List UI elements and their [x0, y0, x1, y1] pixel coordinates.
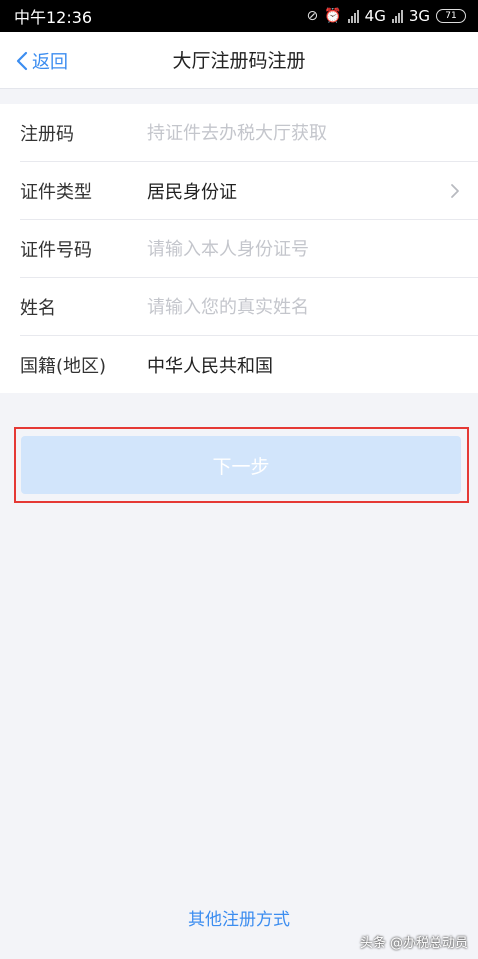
id-type-label: 证件类型: [20, 182, 92, 203]
nav-bar: 返回 大厅注册码注册: [0, 32, 478, 89]
id-number-row: 证件号码: [0, 220, 478, 278]
watermark: 头条 @办税总动员: [359, 936, 468, 951]
network-type-1: 4G: [364, 7, 386, 25]
id-number-label: 证件号码: [20, 240, 92, 261]
other-registration-methods-link[interactable]: 其他注册方式: [0, 905, 478, 930]
battery-icon: 71: [436, 9, 466, 23]
chevron-right-icon: [451, 184, 459, 198]
id-number-input[interactable]: [147, 238, 447, 260]
registration-form: 注册码 证件类型 居民身份证 证件号码 姓名 国籍(地区) 中华人民共和国: [0, 104, 478, 393]
mute-icon: ⊘: [306, 8, 319, 24]
status-time: 中午12:36: [14, 8, 93, 27]
status-icons: ⊘ ⏰ 4G 3G 71: [306, 7, 466, 25]
signal-icon-2: [391, 9, 403, 23]
page-title: 大厅注册码注册: [172, 50, 306, 72]
name-row: 姓名: [0, 278, 478, 336]
id-type-value: 居民身份证: [147, 182, 237, 203]
registration-code-label: 注册码: [20, 124, 74, 145]
name-label: 姓名: [20, 298, 56, 319]
status-bar: 中午12:36 ⊘ ⏰ 4G 3G 71: [0, 0, 478, 32]
alarm-icon: ⏰: [324, 8, 342, 24]
nationality-label: 国籍(地区): [20, 356, 107, 377]
next-step-button[interactable]: 下一步: [21, 436, 461, 494]
nationality-row: 国籍(地区) 中华人民共和国: [0, 336, 478, 394]
registration-code-input[interactable]: [147, 122, 447, 144]
battery-level: 71: [445, 11, 457, 21]
name-input[interactable]: [147, 296, 447, 318]
registration-code-row: 注册码: [0, 104, 478, 162]
id-type-row[interactable]: 证件类型 居民身份证: [0, 162, 478, 220]
nationality-value: 中华人民共和国: [147, 356, 273, 377]
network-type-2: 3G: [408, 7, 430, 25]
signal-icon: [347, 9, 359, 23]
